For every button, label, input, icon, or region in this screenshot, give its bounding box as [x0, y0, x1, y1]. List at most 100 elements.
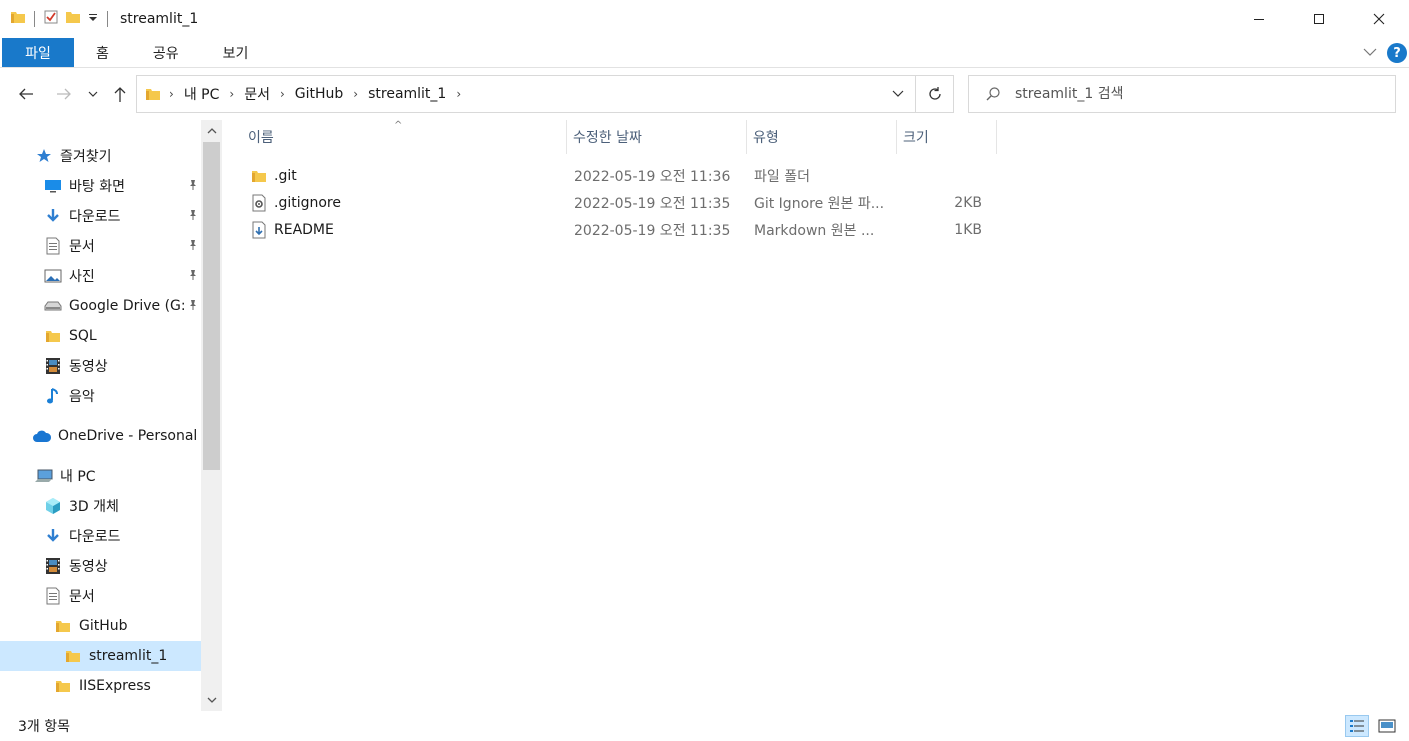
- tab-view[interactable]: 보기: [201, 38, 271, 67]
- file-row[interactable]: .gitignore 2022-05-19 오전 11:35 Git Ignore …: [242, 189, 992, 216]
- file-name: .gitignore: [274, 194, 341, 211]
- sidebar-item[interactable]: 음악: [43, 381, 201, 411]
- minimize-button[interactable]: [1229, 0, 1289, 38]
- sidebar-item[interactable]: streamlit_1: [0, 641, 201, 671]
- breadcrumb-separator-icon[interactable]: ›: [276, 87, 289, 101]
- refresh-button[interactable]: [915, 76, 953, 112]
- properties-check-icon[interactable]: [43, 9, 59, 29]
- download-arrow-icon: [43, 206, 63, 226]
- close-button[interactable]: [1349, 0, 1409, 38]
- sidebar-item-label: 문서: [69, 589, 95, 605]
- sidebar-item[interactable]: 바탕 화면: [43, 171, 201, 201]
- scroll-up-button[interactable]: [201, 120, 222, 142]
- details-view-button[interactable]: [1345, 715, 1369, 737]
- breadcrumb-separator-icon[interactable]: ›: [225, 87, 238, 101]
- folder-icon: [145, 86, 161, 102]
- file-name-cell: .git: [242, 162, 567, 189]
- document-icon: [43, 586, 63, 606]
- column-date-label: 수정한 날짜: [573, 130, 642, 146]
- breadcrumb-github[interactable]: GitHub: [289, 86, 350, 102]
- sidebar-item[interactable]: 즐겨찾기: [34, 141, 201, 171]
- sidebar-item[interactable]: GitHub: [53, 611, 201, 641]
- sidebar-item[interactable]: 문서: [43, 231, 201, 261]
- file-name-cell: README: [242, 216, 567, 243]
- folder-icon: [53, 676, 73, 696]
- video-icon: [43, 556, 63, 576]
- pin-icon[interactable]: [187, 299, 201, 313]
- sidebar-item[interactable]: 3D 개체: [43, 491, 201, 521]
- scroll-down-button[interactable]: [201, 689, 222, 711]
- search-box[interactable]: [968, 75, 1396, 113]
- sidebar-item[interactable]: SQL: [43, 321, 201, 351]
- ribbon-right-controls: ?: [1363, 38, 1407, 68]
- sidebar-item-label: 동영상: [69, 359, 108, 375]
- sidebar-item-label: IISExpress: [79, 678, 151, 694]
- back-button[interactable]: [14, 82, 38, 106]
- breadcrumb-streamlit[interactable]: streamlit_1: [362, 86, 452, 102]
- window-controls: [1229, 0, 1409, 38]
- forward-button[interactable]: [52, 82, 76, 106]
- sidebar-item[interactable]: IISExpress: [53, 671, 201, 701]
- large-icons-view-button[interactable]: [1375, 715, 1399, 737]
- pin-icon[interactable]: [187, 239, 201, 253]
- sidebar-item[interactable]: 동영상: [43, 551, 201, 581]
- breadcrumb-separator-icon[interactable]: ›: [452, 87, 465, 101]
- address-row: › 내 PC › 문서 › GitHub › streamlit_1 ›: [0, 68, 1409, 120]
- sidebar-item[interactable]: 다운로드: [43, 201, 201, 231]
- sort-ascending-icon: ^: [394, 120, 403, 131]
- pin-icon[interactable]: [187, 209, 201, 223]
- sidebar-item-label: 다운로드: [69, 209, 121, 225]
- breadcrumb-separator-icon[interactable]: ›: [349, 87, 362, 101]
- recent-locations-button[interactable]: [84, 82, 102, 106]
- file-row[interactable]: .git 2022-05-19 오전 11:36 파일 폴더: [242, 162, 992, 189]
- tab-file[interactable]: 파일: [2, 38, 74, 67]
- folder-icon: [250, 167, 268, 185]
- new-folder-icon[interactable]: [65, 9, 81, 29]
- help-button[interactable]: ?: [1387, 43, 1407, 63]
- breadcrumb-documents[interactable]: 문서: [238, 84, 276, 104]
- address-history-button[interactable]: [881, 76, 915, 112]
- column-name-label: 이름: [248, 130, 274, 146]
- large-icons-view-icon: [1378, 719, 1396, 733]
- sidebar-item[interactable]: Google Drive (G:: [43, 291, 201, 321]
- breadcrumb-my-pc[interactable]: 내 PC: [178, 84, 226, 104]
- sidebar-item-label: 동영상: [69, 559, 108, 575]
- details-view-icon: [1350, 720, 1364, 732]
- column-header-size[interactable]: 크기: [897, 120, 997, 154]
- search-input[interactable]: [1015, 86, 1375, 102]
- tab-share[interactable]: 공유: [131, 38, 201, 67]
- quick-access-toolbar: [0, 0, 110, 38]
- sidebar-item[interactable]: OneDrive - Personal: [32, 421, 201, 451]
- file-type: Markdown 원본 ...: [754, 222, 875, 239]
- sidebar-item[interactable]: 사진: [43, 261, 201, 291]
- tab-home[interactable]: 홈: [74, 38, 131, 67]
- item-count: 3개 항목: [18, 719, 70, 735]
- nav-scrollbar[interactable]: [201, 120, 222, 711]
- sidebar-item[interactable]: 내 PC: [34, 461, 201, 491]
- forward-arrow-icon: [57, 88, 71, 100]
- sidebar-item[interactable]: 다운로드: [43, 521, 201, 551]
- toolbar-separator: [34, 11, 35, 27]
- sidebar-item[interactable]: 문서: [43, 581, 201, 611]
- chevron-down-icon: [207, 697, 216, 703]
- customize-dropdown-icon[interactable]: [87, 11, 99, 27]
- address-bar[interactable]: › 내 PC › 문서 › GitHub › streamlit_1 ›: [136, 75, 954, 113]
- sidebar-item[interactable]: 동영상: [43, 351, 201, 381]
- scrollbar-thumb[interactable]: [203, 142, 220, 470]
- column-header-type[interactable]: 유형: [747, 120, 897, 154]
- pin-icon[interactable]: [187, 179, 201, 193]
- pin-icon[interactable]: [187, 269, 201, 283]
- file-row[interactable]: README 2022-05-19 오전 11:35 Markdown 원본 ...…: [242, 216, 992, 243]
- up-button[interactable]: [108, 82, 132, 106]
- maximize-button[interactable]: [1289, 0, 1349, 38]
- column-header-name[interactable]: 이름 ^: [242, 120, 567, 154]
- column-header-date[interactable]: 수정한 날짜: [567, 120, 747, 154]
- folder-icon: [63, 646, 83, 666]
- desktop-icon: [43, 176, 63, 196]
- maximize-icon: [1314, 14, 1324, 24]
- title-bar: streamlit_1: [0, 0, 1409, 38]
- expand-ribbon-button[interactable]: [1363, 45, 1377, 61]
- breadcrumb-separator-icon[interactable]: ›: [165, 87, 178, 101]
- toolbar-separator: [107, 11, 108, 27]
- up-arrow-icon: [114, 87, 126, 102]
